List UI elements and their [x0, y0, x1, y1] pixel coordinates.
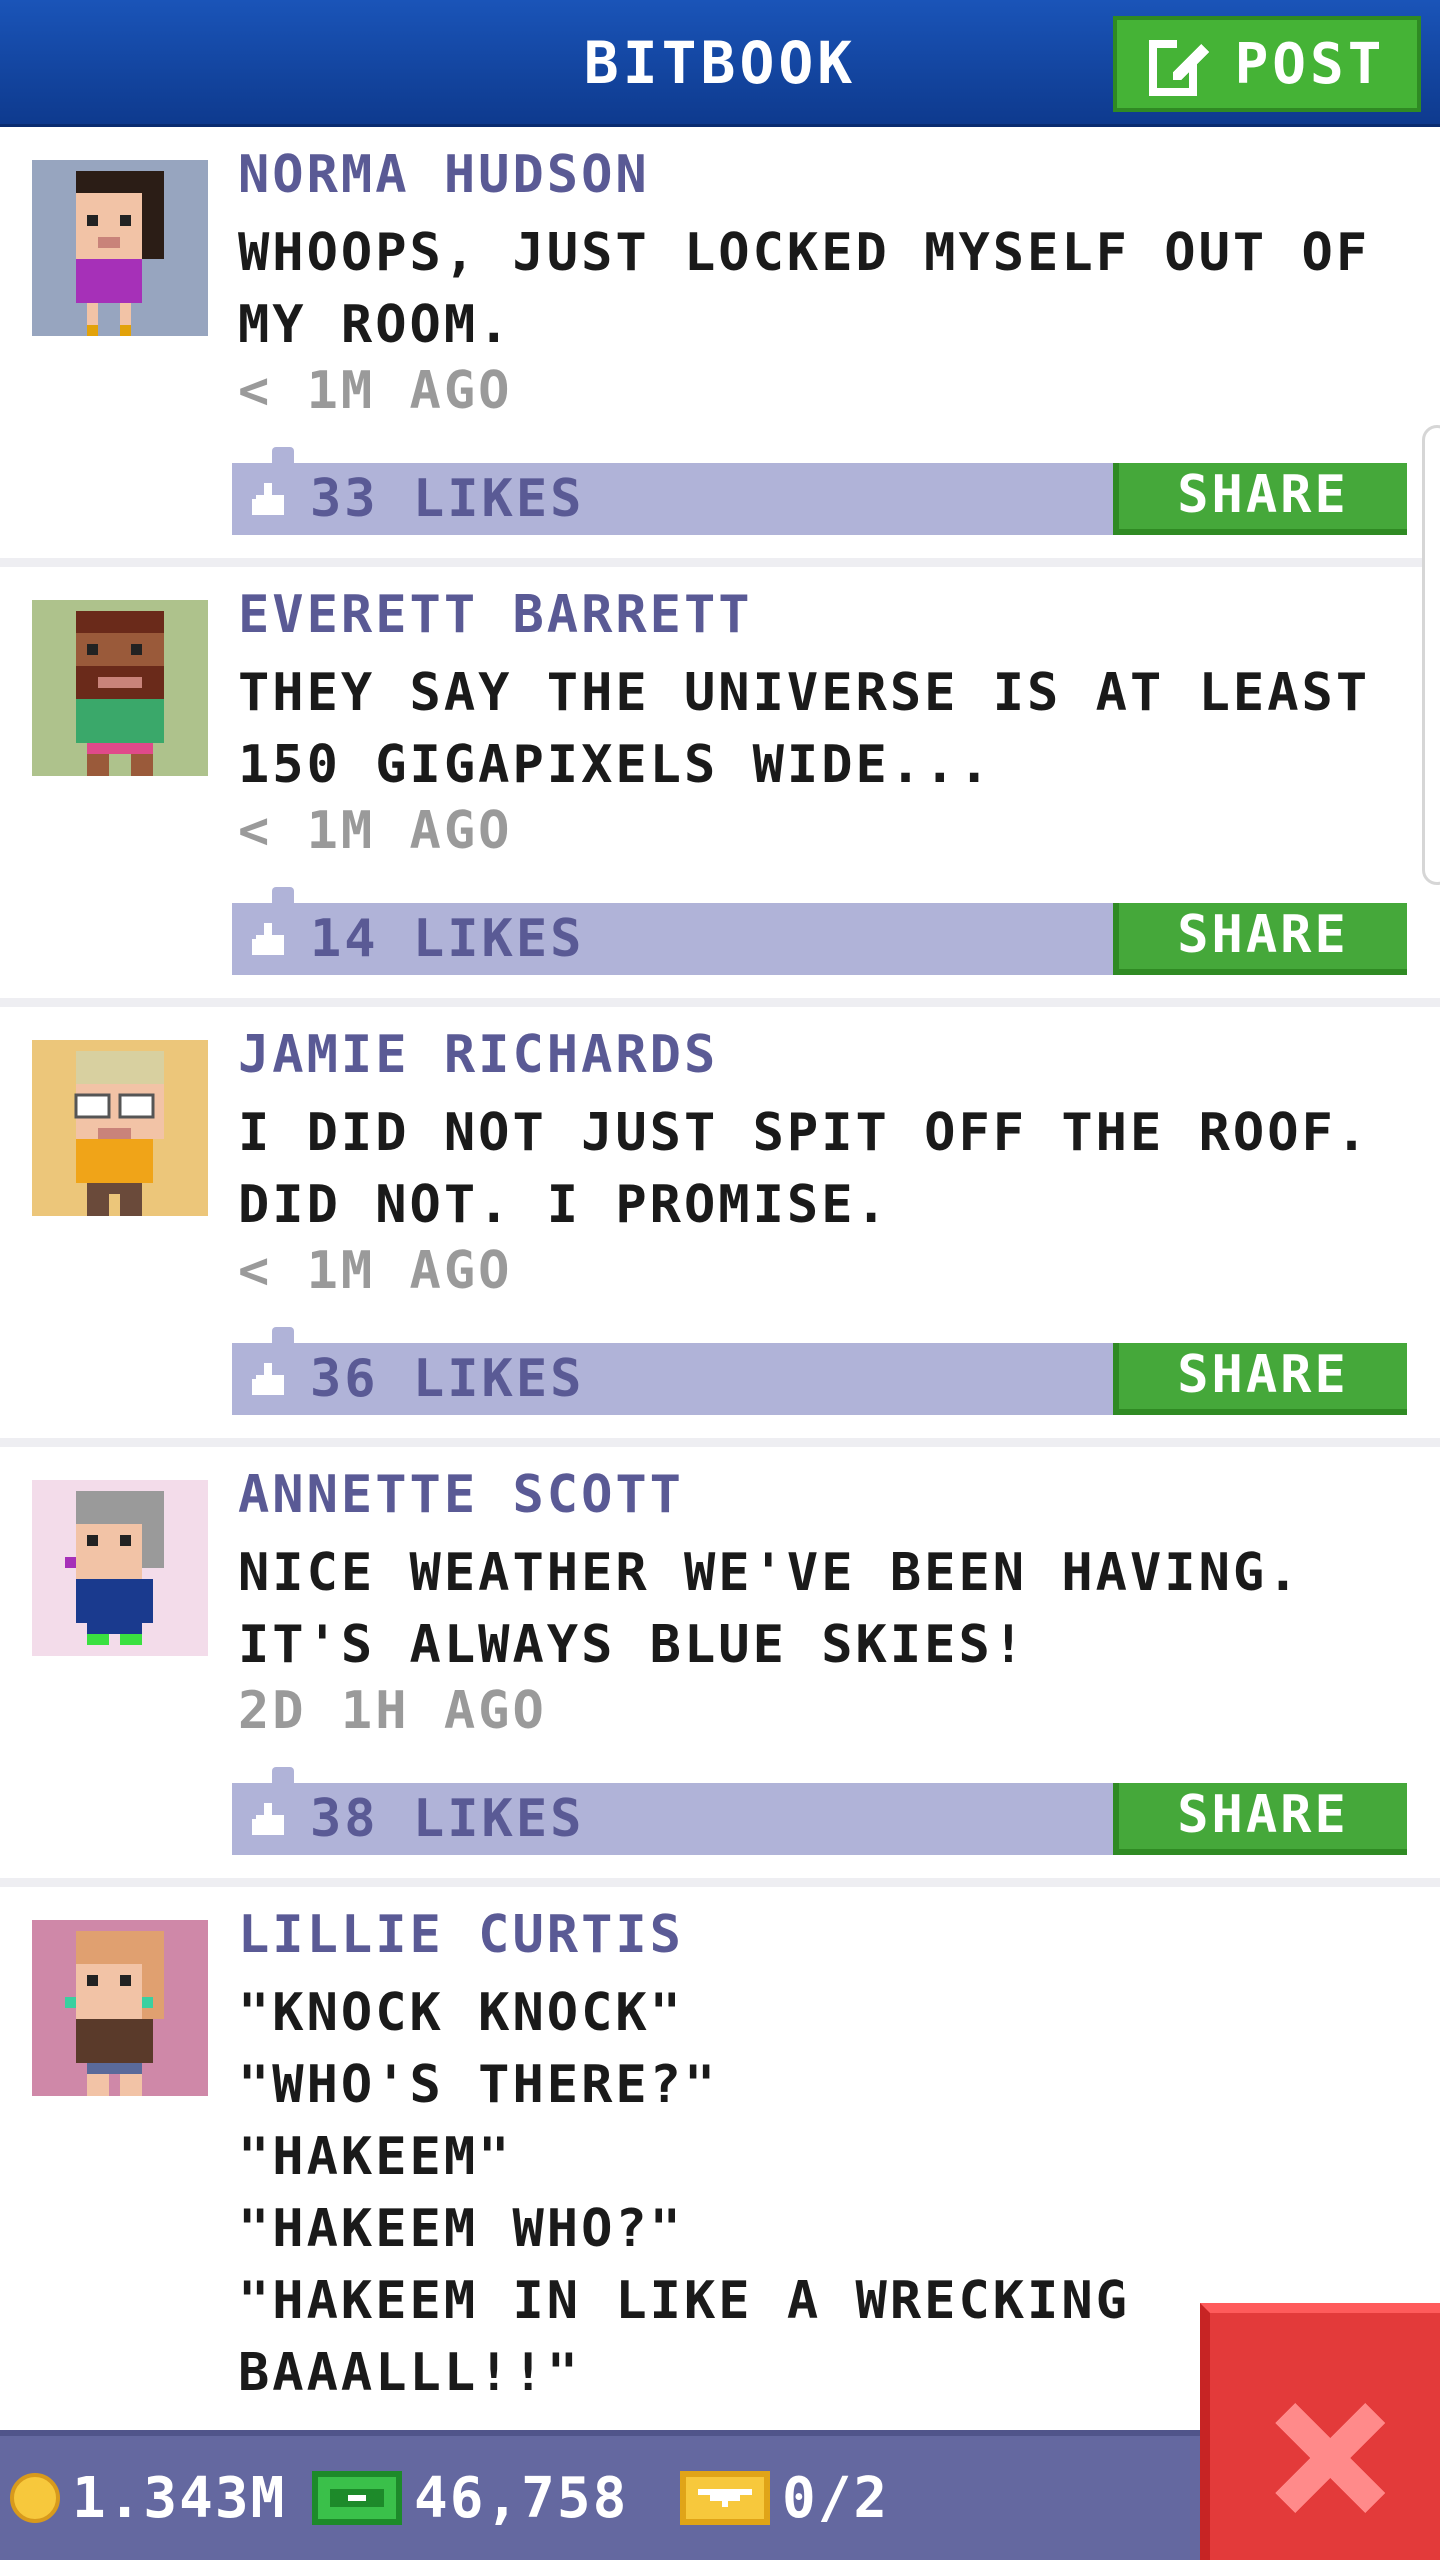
post-message: WHOOPS, JUST LOCKED MYSELF OUT OF MY ROO… — [238, 223, 1371, 355]
avatar[interactable] — [32, 160, 208, 336]
close-button[interactable] — [1200, 2303, 1440, 2560]
tickets-value: 0/2 — [782, 2465, 890, 2531]
avatar[interactable] — [32, 600, 208, 776]
avatar[interactable] — [32, 1920, 208, 2096]
feed-post: EVERETT BARRETT THEY SAY THE UNIVERSE IS… — [0, 567, 1440, 1007]
likes-count: 38 LIKES — [310, 1789, 585, 1849]
likes-bar-tab — [272, 887, 294, 903]
post-button[interactable]: POST — [1113, 16, 1421, 112]
avatar[interactable] — [32, 1040, 208, 1216]
thumbs-up-icon — [252, 483, 284, 515]
likes-bar-tab — [272, 1767, 294, 1783]
post-message: NICE WEATHER WE'VE BEEN HAVING. IT'S ALW… — [238, 1543, 1302, 1675]
likes-count: 36 LIKES — [310, 1349, 585, 1409]
likes-bar-tab — [272, 1327, 294, 1343]
avatar[interactable] — [32, 1480, 208, 1656]
post-author[interactable]: ANNETTE SCOTT — [238, 1465, 684, 1525]
post-author[interactable]: EVERETT BARRETT — [238, 585, 753, 645]
feed[interactable]: NORMA HUDSON WHOOPS, JUST LOCKED MYSELF … — [0, 127, 1440, 2430]
bux-stat[interactable]: 46,758 — [312, 2436, 628, 2560]
thumbs-up-icon — [252, 1803, 284, 1835]
post-message: THEY SAY THE UNIVERSE IS AT LEAST 150 GI… — [238, 663, 1371, 795]
likes-bar-tab — [272, 447, 294, 463]
post-author[interactable]: NORMA HUDSON — [238, 145, 650, 205]
post-author[interactable]: LILLIE CURTIS — [238, 1905, 684, 1965]
thumbs-up-icon — [252, 923, 284, 955]
feed-post: JAMIE RICHARDS I DID NOT JUST SPIT OFF T… — [0, 1007, 1440, 1447]
close-icon — [1275, 2403, 1385, 2513]
tickets-stat[interactable]: 0/2 — [680, 2436, 889, 2560]
post-time: < 1M AGO — [238, 801, 513, 861]
post-label: POST — [1234, 31, 1386, 97]
feed-post: ANNETTE SCOTT NICE WEATHER WE'VE BEEN HA… — [0, 1447, 1440, 1887]
post-message: I DID NOT JUST SPIT OFF THE ROOF. DID NO… — [238, 1103, 1371, 1235]
share-button[interactable]: SHARE — [1113, 903, 1407, 975]
post-time: < 1M AGO — [238, 361, 513, 421]
coin-icon — [10, 2473, 60, 2523]
bux-icon — [312, 2471, 402, 2525]
share-button[interactable]: SHARE — [1113, 463, 1407, 535]
post-time: < 1M AGO — [238, 1241, 513, 1301]
bux-value: 46,758 — [414, 2465, 629, 2531]
coins-value: 1.343M — [72, 2465, 287, 2531]
post-time: 2D 1H AGO — [238, 1681, 547, 1741]
feed-post: NORMA HUDSON WHOOPS, JUST LOCKED MYSELF … — [0, 127, 1440, 567]
likes-count: 14 LIKES — [310, 909, 585, 969]
thumbs-up-icon — [252, 1363, 284, 1395]
coins-stat[interactable]: 1.343M — [10, 2436, 286, 2560]
share-button[interactable]: SHARE — [1113, 1783, 1407, 1855]
compose-icon — [1148, 36, 1209, 96]
scroll-indicator[interactable] — [1422, 425, 1440, 885]
app-header: BITBOOK POST — [0, 0, 1440, 127]
likes-count: 33 LIKES — [310, 469, 585, 529]
post-author[interactable]: JAMIE RICHARDS — [238, 1025, 718, 1085]
ticket-icon — [680, 2471, 770, 2525]
share-button[interactable]: SHARE — [1113, 1343, 1407, 1415]
